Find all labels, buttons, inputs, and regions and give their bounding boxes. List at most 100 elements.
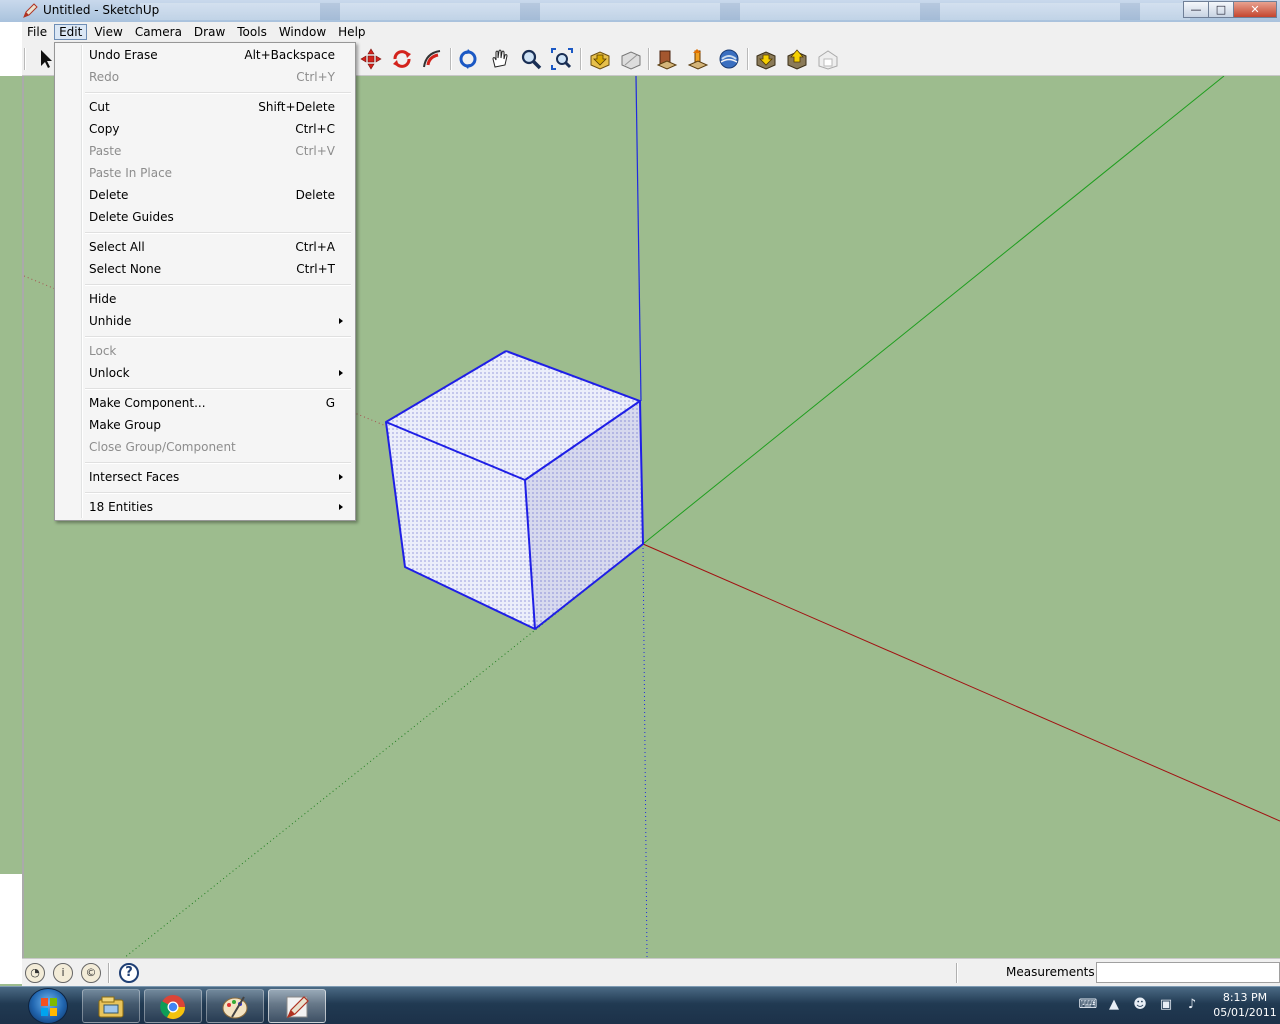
get-photo-texture-icon[interactable] xyxy=(754,47,778,71)
volume-icon[interactable]: ♪ xyxy=(1182,995,1202,1015)
get-models-icon[interactable] xyxy=(588,47,612,71)
pan-hand-icon[interactable] xyxy=(488,47,512,71)
toolbar-separator xyxy=(648,48,650,70)
background-window-canvas xyxy=(0,76,22,874)
orbit-icon[interactable] xyxy=(456,47,480,71)
taskbar-explorer-button[interactable] xyxy=(82,989,140,1023)
windows-start-orb-icon[interactable] xyxy=(28,988,68,1024)
menu-make-group[interactable]: Make Group xyxy=(57,414,353,436)
menu-item-shortcut: G xyxy=(325,396,335,410)
menu-window[interactable]: Window xyxy=(274,24,331,40)
blue-axis-hidden xyxy=(642,543,648,958)
share-photo-icon[interactable] xyxy=(785,47,809,71)
menu-cut[interactable]: Cut Shift+Delete xyxy=(57,96,353,118)
menu-separator xyxy=(85,492,351,494)
measurements-input[interactable] xyxy=(1096,962,1280,983)
menu-separator xyxy=(85,284,351,286)
menu-separator xyxy=(85,92,351,94)
menu-item-shortcut: Ctrl+V xyxy=(295,144,335,158)
menu-select-all[interactable]: Select All Ctrl+A xyxy=(57,236,353,258)
help-icon[interactable]: ? xyxy=(119,963,139,983)
menu-unhide[interactable]: Unhide xyxy=(57,310,353,332)
minimize-button[interactable]: — xyxy=(1183,1,1209,18)
geo-location-icon[interactable]: ◔ xyxy=(25,963,45,983)
menu-item-label: Lock xyxy=(89,344,117,358)
menu-item-label: Unhide xyxy=(89,314,132,328)
menu-camera[interactable]: Camera xyxy=(130,24,187,40)
menu-copy[interactable]: Copy Ctrl+C xyxy=(57,118,353,140)
menu-view[interactable]: View xyxy=(89,24,127,40)
submenu-arrow-icon xyxy=(339,474,343,480)
zoom-extents-icon[interactable] xyxy=(550,47,574,71)
menu-item-label: Undo Erase xyxy=(89,48,158,62)
get-components-icon[interactable] xyxy=(655,47,679,71)
menu-entities[interactable]: 18 Entities xyxy=(57,496,353,518)
keyboard-icon[interactable]: ⌨ xyxy=(1078,995,1098,1015)
menu-item-label: Redo xyxy=(89,70,120,84)
menu-intersect-faces[interactable]: Intersect Faces xyxy=(57,466,353,488)
menu-file[interactable]: File xyxy=(22,24,52,40)
menu-paste-in-place[interactable]: Paste In Place xyxy=(57,162,353,184)
menu-item-shortcut: Shift+Delete xyxy=(258,100,335,114)
show-hidden-icons-icon[interactable]: ▲ xyxy=(1104,995,1124,1015)
window-title: Untitled - SketchUp xyxy=(43,3,160,17)
move-icon[interactable] xyxy=(359,47,383,71)
menu-hide[interactable]: Hide xyxy=(57,288,353,310)
close-button[interactable]: ✕ xyxy=(1233,1,1277,18)
follow-me-icon[interactable] xyxy=(420,47,444,71)
toolbar-grip xyxy=(24,48,26,70)
user-account-icon[interactable]: © xyxy=(81,963,101,983)
menu-edit[interactable]: Edit xyxy=(54,24,88,40)
credits-icon[interactable]: i xyxy=(53,963,73,983)
menu-lock[interactable]: Lock xyxy=(57,340,353,362)
sketchup-pencil-icon xyxy=(22,3,38,19)
toolbar-separator xyxy=(450,48,452,70)
status-separator xyxy=(108,963,110,983)
menu-delete-guides[interactable]: Delete Guides xyxy=(57,206,353,228)
menu-make-component[interactable]: Make Component... G xyxy=(57,392,353,414)
menu-select-none[interactable]: Select None Ctrl+T xyxy=(57,258,353,280)
menu-draw[interactable]: Draw xyxy=(189,24,230,40)
menu-item-shortcut: Ctrl+T xyxy=(296,262,335,276)
toolbar-separator xyxy=(747,48,749,70)
chat-icon[interactable]: ☻ xyxy=(1130,995,1150,1015)
menu-item-label: Paste xyxy=(89,144,122,158)
network-icon[interactable]: ▣ xyxy=(1156,995,1176,1015)
menu-paste[interactable]: Paste Ctrl+V xyxy=(57,140,353,162)
title-bar: Untitled - SketchUp — □ ✕ xyxy=(0,0,1280,22)
zoom-icon[interactable] xyxy=(519,47,543,71)
menu-item-label: Delete xyxy=(89,188,129,202)
clock-date: 05/01/2011 xyxy=(1213,1006,1277,1019)
clock-time: 8:13 PM xyxy=(1222,991,1268,1004)
edit-menu-dropdown: Undo Erase Alt+Backspace Redo Ctrl+Y Cut… xyxy=(54,42,356,521)
menu-item-shortcut: Ctrl+A xyxy=(295,240,335,254)
menu-unlock[interactable]: Unlock xyxy=(57,362,353,384)
system-tray: ⌨ ▲ ☻ ▣ ♪ xyxy=(1078,995,1202,1015)
menu-delete[interactable]: Delete Delete xyxy=(57,184,353,206)
blue-axis xyxy=(635,76,642,402)
taskbar-sketchup-button[interactable] xyxy=(268,989,326,1023)
menu-undo-erase[interactable]: Undo Erase Alt+Backspace xyxy=(57,44,353,66)
menu-item-shortcut: Ctrl+C xyxy=(295,122,335,136)
submenu-arrow-icon xyxy=(339,504,343,510)
menu-close-group[interactable]: Close Group/Component xyxy=(57,436,353,458)
menu-item-label: Make Group xyxy=(89,418,161,432)
share-model-icon[interactable] xyxy=(619,47,643,71)
rotate-icon[interactable] xyxy=(390,47,414,71)
status-bar: ◔ i © ? Measurements xyxy=(22,958,1280,986)
paint-icon xyxy=(222,996,248,1019)
taskbar-clock[interactable]: 8:13 PM 05/01/2011 xyxy=(1212,990,1278,1020)
menu-separator xyxy=(85,232,351,234)
preview-model-icon[interactable] xyxy=(816,47,840,71)
share-component-icon[interactable] xyxy=(686,47,710,71)
menu-separator xyxy=(85,462,351,464)
menu-help[interactable]: Help xyxy=(333,24,370,40)
google-earth-icon[interactable] xyxy=(717,47,741,71)
menu-item-label: Cut xyxy=(89,100,110,114)
taskbar-chrome-button[interactable] xyxy=(144,989,202,1023)
taskbar-paint-button[interactable] xyxy=(206,989,264,1023)
maximize-button[interactable]: □ xyxy=(1208,1,1234,18)
menu-tools[interactable]: Tools xyxy=(232,24,272,40)
menu-redo[interactable]: Redo Ctrl+Y xyxy=(57,66,353,88)
window-controls: — □ ✕ xyxy=(1183,1,1277,18)
